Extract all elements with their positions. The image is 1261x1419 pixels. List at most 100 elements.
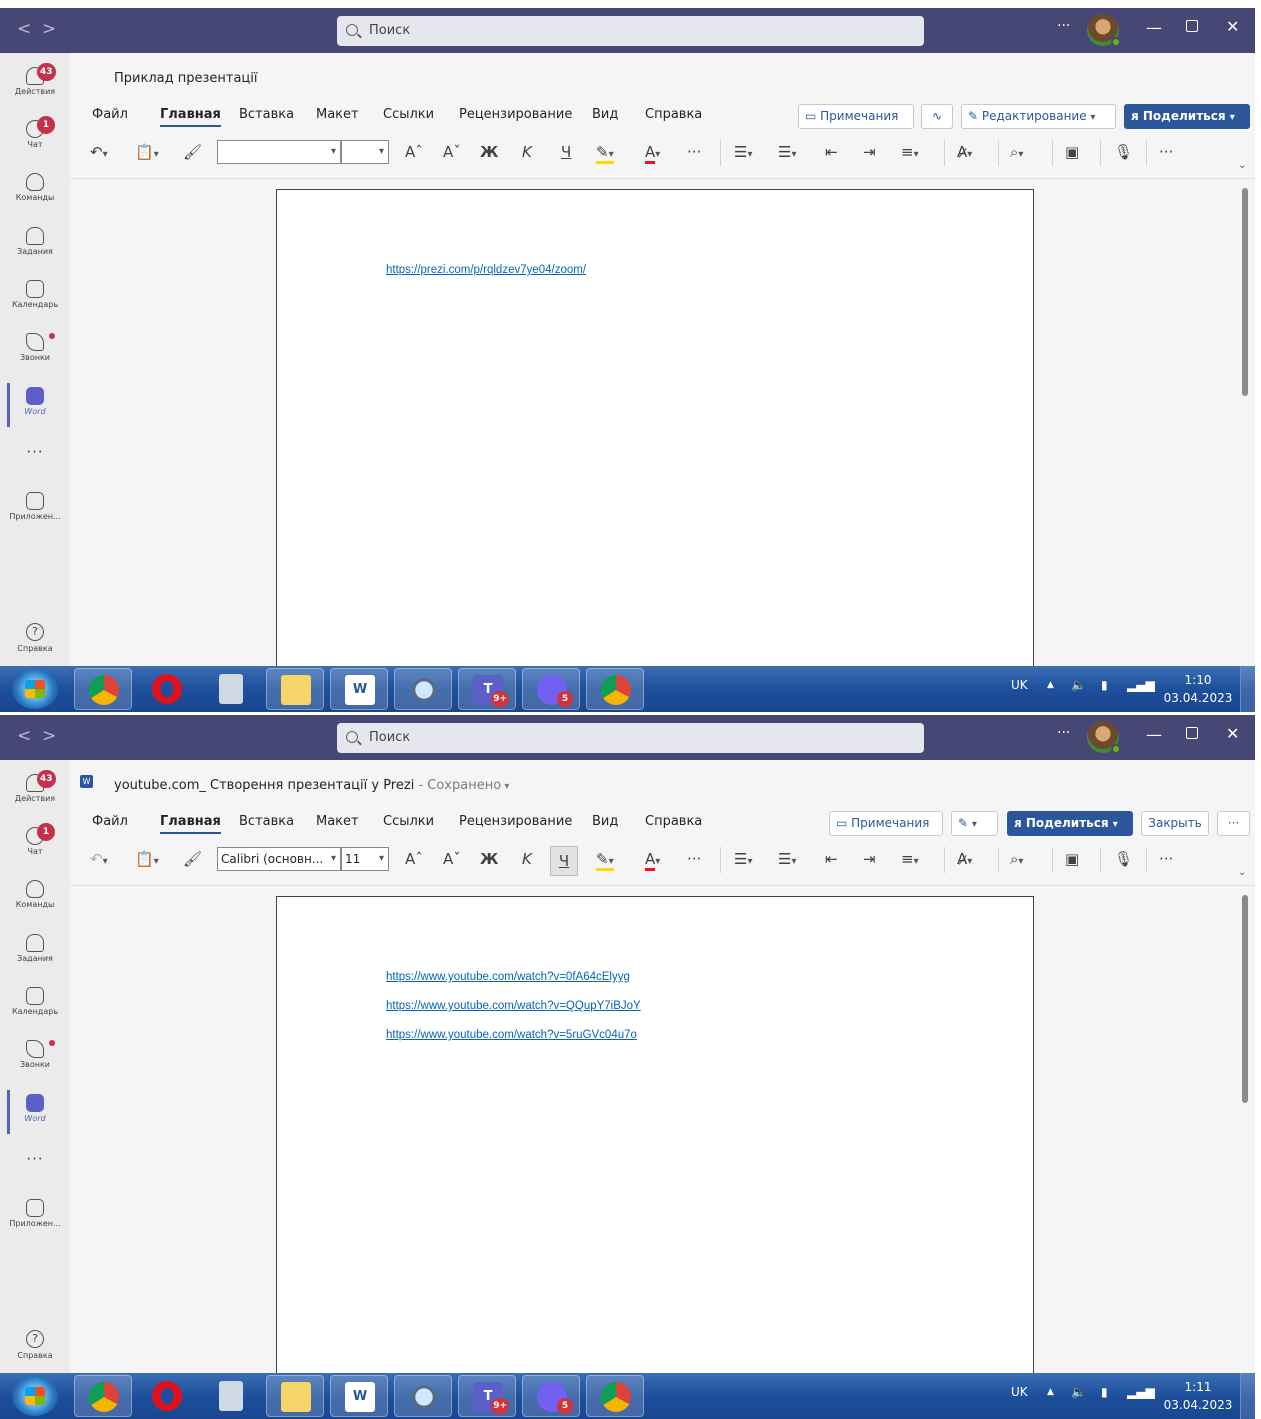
taskbar-opera[interactable] [138,1375,196,1417]
vertical-scrollbar[interactable] [1242,188,1248,396]
document-title[interactable]: Приклад презентації [114,71,258,86]
italic-button[interactable]: K [522,143,532,161]
taskbar-calculator[interactable] [202,1375,260,1417]
taskbar-magnifier[interactable] [394,1375,452,1417]
taskbar-calculator[interactable] [202,668,260,710]
show-hidden-icons[interactable]: ▲ [1047,1387,1054,1397]
font-name-select[interactable]: ▾ [217,140,341,164]
numbering-icon[interactable]: ☰▾ [778,143,796,161]
font-color-button[interactable]: A▾ [645,850,660,871]
restore-icon[interactable] [1186,727,1198,739]
align-icon[interactable]: ≡▾ [901,850,919,868]
tab-help[interactable]: Справка [645,814,702,829]
format-painter-icon[interactable]: 🖌 [183,850,202,868]
minimize-icon[interactable]: — [1146,18,1162,37]
decrease-indent-icon[interactable]: ⇤ [825,143,838,161]
rail-item-teams[interactable]: Команды [0,173,70,202]
document-page[interactable]: https://prezi.com/p/rqldzev7ye04/zoom/ [276,189,1034,689]
grow-font-button[interactable]: Aˆ [405,143,423,161]
font-size-select[interactable]: ▾ [341,140,389,164]
rail-item-calls[interactable]: Звонки [0,333,70,362]
document-link[interactable]: https://www.youtube.com/watch?v=QQupY7iB… [386,1000,641,1012]
taskbar-explorer[interactable] [266,1375,324,1417]
taskbar-chrome[interactable] [586,1375,644,1417]
tab-view[interactable]: Вид [592,814,618,829]
highlight-icon[interactable]: ✎▾ [596,143,614,164]
share-button[interactable]: ᴙ Поделиться ▾ [1124,104,1250,129]
document-link[interactable]: https://www.youtube.com/watch?v=5ruGVc04… [386,1029,637,1041]
highlight-icon[interactable]: ✎▾ [596,850,614,871]
comments-button[interactable]: ▭ Примечания [829,811,943,836]
dictate-icon[interactable]: 🎙 [1114,850,1133,868]
tab-insert[interactable]: Вставка [239,814,294,829]
editing-mode-button[interactable]: ✎ ▾ [951,811,998,836]
align-icon[interactable]: ≡▾ [901,143,919,161]
styles-icon[interactable]: A̷▾ [957,850,972,868]
document-link[interactable]: https://prezi.com/p/rqldzev7ye04/zoom/ [386,264,586,276]
rail-item-calls[interactable]: Звонки [0,1040,70,1069]
minimize-icon[interactable]: — [1146,725,1162,744]
find-icon[interactable]: ⌕▾ [1010,143,1023,161]
rail-item-activity[interactable]: 43 Действия [0,63,70,96]
more-apps-icon[interactable]: ··· [0,443,70,461]
comments-button[interactable]: ▭ Примечания [798,104,914,129]
undo-icon[interactable]: ↶▾ [90,143,108,161]
close-document-button[interactable]: Закрыть [1141,811,1209,836]
bold-button[interactable]: Ж [480,850,498,868]
underline-button-active[interactable]: Ч [550,846,578,876]
restore-icon[interactable] [1186,20,1198,32]
rail-item-word[interactable]: Word [0,1090,70,1134]
forward-arrow-icon[interactable]: > [42,726,56,746]
grow-font-button[interactable]: Aˆ [405,850,423,868]
find-icon[interactable]: ⌕▾ [1010,850,1023,868]
bullets-icon[interactable]: ☰▾ [734,143,752,161]
rail-item-apps[interactable]: Приложен... [0,1199,70,1228]
taskbar-word[interactable]: W [330,668,388,710]
show-desktop-button[interactable] [1240,666,1255,712]
font-name-select[interactable]: Calibri (основн... ▾ [217,847,341,871]
volume-icon[interactable]: 🔈 [1071,678,1086,692]
show-hidden-icons[interactable]: ▲ [1047,680,1054,690]
close-icon[interactable]: ✕ [1226,724,1239,743]
taskbar-teams[interactable]: T 9+ [458,668,516,710]
rail-item-calendar[interactable]: Календарь [0,987,70,1016]
rail-item-help[interactable]: ? Справка [0,1330,70,1360]
expand-ribbon-icon[interactable]: ⌄ [1238,154,1246,172]
more-ribbon-icon[interactable]: ··· [1159,143,1173,161]
bullets-icon[interactable]: ☰▾ [734,850,752,868]
search-input[interactable]: Поиск [337,16,924,46]
document-link[interactable]: https://www.youtube.com/watch?v=0fA64cEl… [386,971,630,983]
show-desktop-button[interactable] [1240,1373,1255,1419]
taskbar-chrome[interactable] [586,668,644,710]
underline-button[interactable]: Ч [561,143,571,161]
document-page[interactable]: https://www.youtube.com/watch?v=0fA64cEl… [276,896,1034,1396]
back-arrow-icon[interactable]: < [17,19,31,39]
expand-ribbon-icon[interactable]: ⌄ [1238,861,1246,879]
taskbar-word[interactable]: W [330,1375,388,1417]
shrink-font-button[interactable]: Aˇ [443,143,461,161]
tab-home[interactable]: Главная [160,107,221,127]
taskbar-magnifier[interactable] [394,668,452,710]
more-ribbon-icon[interactable]: ··· [1159,850,1173,868]
more-formatting-icon[interactable]: ··· [687,850,701,868]
tab-review[interactable]: Рецензирование [459,814,572,829]
styles-icon[interactable]: A̷▾ [957,143,972,161]
activity-button[interactable]: ∿ [921,104,953,129]
more-apps-icon[interactable]: ··· [0,1150,70,1168]
avatar[interactable] [1087,14,1121,47]
back-arrow-icon[interactable]: < [17,726,31,746]
font-color-button[interactable]: A▾ [645,143,660,164]
power-icon[interactable]: ▮ [1101,678,1108,692]
rail-item-word[interactable]: Word [0,383,70,427]
forward-arrow-icon[interactable]: > [42,19,56,39]
rail-item-assignments[interactable]: Задания [0,227,70,256]
windows-start-icon[interactable] [12,669,58,709]
taskbar-teams[interactable]: T 9+ [458,1375,516,1417]
more-options-icon[interactable]: ··· [1057,18,1070,34]
rail-item-chat[interactable]: 1 Чат [0,823,70,856]
vertical-scrollbar[interactable] [1242,895,1248,1103]
language-indicator[interactable]: UK [1011,1385,1028,1399]
network-icon[interactable]: ▂▄▆ [1127,678,1155,692]
tab-home[interactable]: Главная [160,814,221,834]
rail-item-help[interactable]: ? Справка [0,623,70,653]
